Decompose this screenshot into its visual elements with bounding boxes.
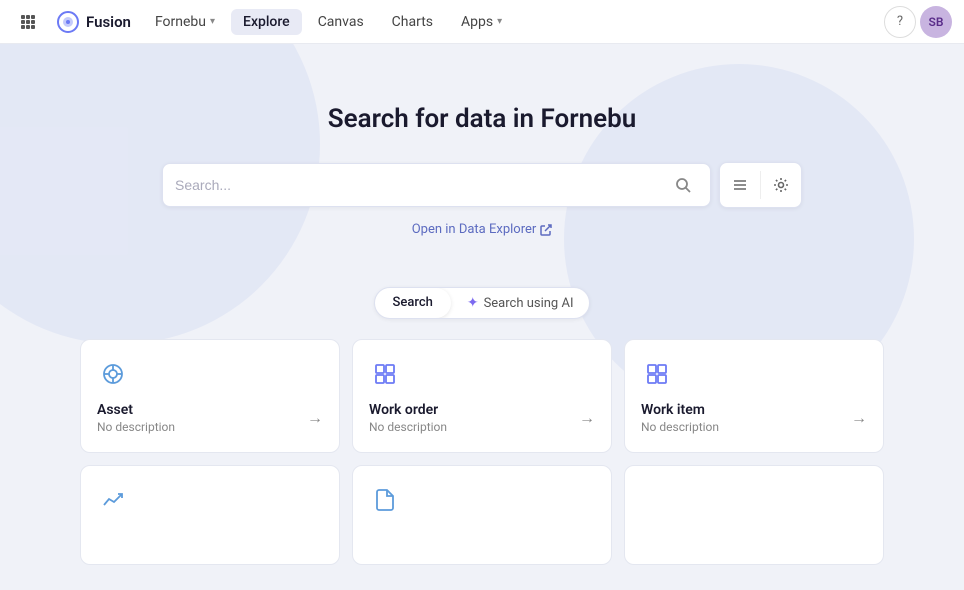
settings-button[interactable] <box>761 163 801 207</box>
help-button[interactable]: ? <box>884 6 916 38</box>
arrow-icon: → <box>307 408 323 428</box>
user-avatar[interactable]: SB <box>920 6 952 38</box>
search-icon[interactable] <box>668 170 698 200</box>
grid-icon[interactable] <box>12 6 44 38</box>
card-asset[interactable]: Asset No description → <box>80 339 340 453</box>
main-content: Search for data in Fornebu <box>0 44 964 590</box>
card-work-item-title: Work item <box>641 402 719 418</box>
arrow-icon: → <box>579 408 595 428</box>
search-box[interactable] <box>162 163 711 207</box>
page-title: Search for data in Fornebu <box>328 104 637 134</box>
nav-item-fornebu[interactable]: Fornebu ▾ <box>143 9 227 35</box>
card-asset-title: Asset <box>97 402 175 418</box>
card-work-order-body: Work order No description → <box>369 402 595 434</box>
cards-section: Asset No description → <box>0 319 964 565</box>
card-work-order-text: Work order No description <box>369 402 447 434</box>
card-empty[interactable] <box>624 465 884 565</box>
card-asset-body: Asset No description → <box>97 402 323 434</box>
cards-row-1: Asset No description → <box>80 339 884 453</box>
tab-search-ai[interactable]: ✦ Search using AI <box>451 288 590 318</box>
card-asset-desc: No description <box>97 420 175 434</box>
search-mode-tabs: Search ✦ Search using AI <box>374 287 591 319</box>
card-work-order[interactable]: Work order No description → <box>352 339 612 453</box>
card-work-item-desc: No description <box>641 420 719 434</box>
nav-item-charts[interactable]: Charts <box>380 9 445 35</box>
nav-item-canvas[interactable]: Canvas <box>306 9 376 35</box>
chevron-down-icon: ▾ <box>497 16 502 27</box>
card-work-item[interactable]: Work item No description → <box>624 339 884 453</box>
arrow-icon: → <box>851 408 867 428</box>
logo[interactable]: Fusion <box>48 6 139 38</box>
nav-item-apps[interactable]: Apps ▾ <box>449 9 514 35</box>
card-work-item-body: Work item No description → <box>641 402 867 434</box>
card-work-order-title: Work order <box>369 402 447 418</box>
work-order-icon <box>369 358 401 390</box>
document-icon <box>369 484 401 516</box>
card-work-item-text: Work item No description <box>641 402 719 434</box>
logo-icon <box>56 10 80 34</box>
cards-row-2 <box>80 465 884 565</box>
ai-star-icon: ✦ <box>467 295 479 311</box>
work-item-icon <box>641 358 673 390</box>
search-tools <box>719 162 802 208</box>
trend-icon <box>97 484 129 516</box>
nav-item-explore[interactable]: Explore <box>231 9 302 35</box>
search-input[interactable] <box>175 177 668 193</box>
list-view-button[interactable] <box>720 163 760 207</box>
card-asset-text: Asset No description <box>97 402 175 434</box>
card-document[interactable] <box>352 465 612 565</box>
help-icon: ? <box>897 14 903 29</box>
logo-text: Fusion <box>86 13 131 31</box>
data-explorer-link[interactable]: Open in Data Explorer <box>412 222 553 237</box>
search-section: Search for data in Fornebu <box>0 44 964 319</box>
card-trend[interactable] <box>80 465 340 565</box>
card-work-order-desc: No description <box>369 420 447 434</box>
search-row <box>162 162 802 208</box>
tab-search[interactable]: Search <box>375 288 451 318</box>
navbar: Fusion Fornebu ▾ Explore Canvas Charts A… <box>0 0 964 44</box>
chevron-down-icon: ▾ <box>210 16 215 27</box>
asset-icon <box>97 358 129 390</box>
